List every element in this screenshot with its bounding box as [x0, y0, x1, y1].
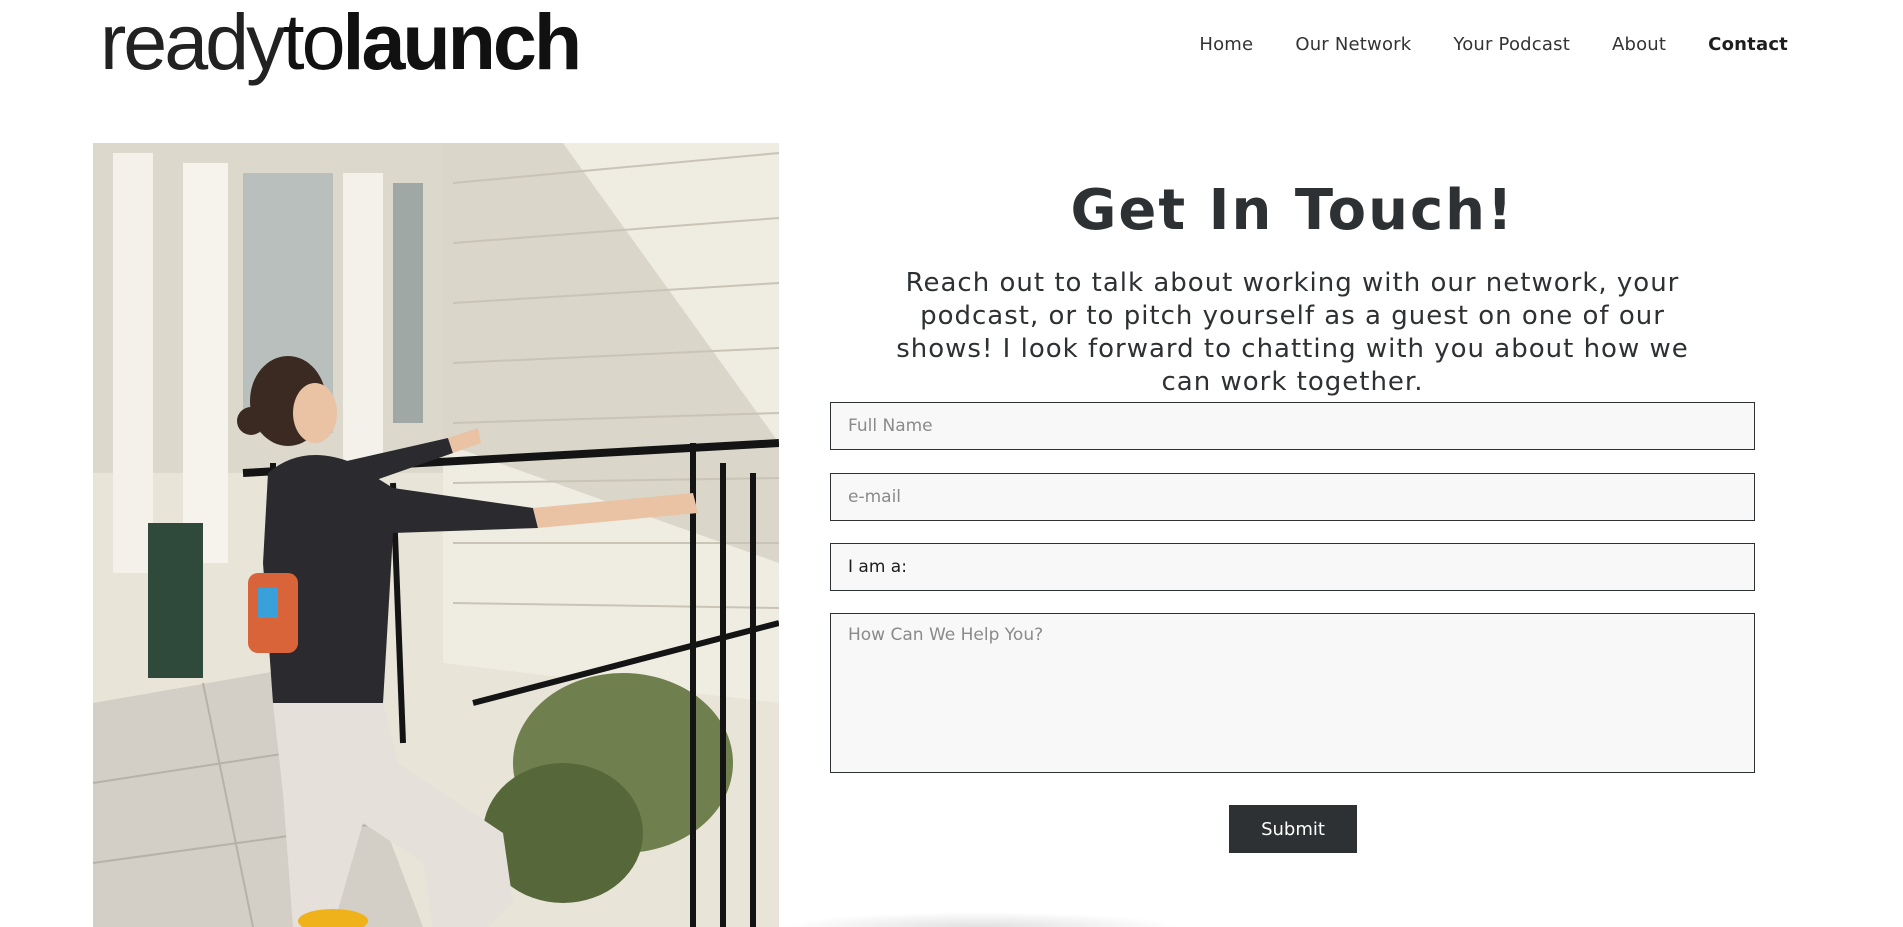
email-input[interactable]: [830, 473, 1755, 521]
nav-item-your-podcast[interactable]: Your Podcast: [1453, 34, 1570, 55]
site-logo[interactable]: readytolaunch: [100, 2, 582, 82]
contact-section: Get In Touch! Reach out to talk about wo…: [830, 143, 1755, 853]
submit-button[interactable]: Submit: [1229, 805, 1357, 853]
nav-item-contact[interactable]: Contact: [1708, 34, 1788, 55]
logo-text-ready: ready: [100, 0, 286, 86]
nav-item-our-network[interactable]: Our Network: [1295, 34, 1411, 55]
message-textarea[interactable]: [830, 613, 1755, 773]
full-name-input[interactable]: [830, 402, 1755, 450]
nav-item-about[interactable]: About: [1612, 34, 1666, 55]
role-select[interactable]: I am a:: [830, 543, 1755, 591]
hero-photo: [93, 143, 779, 927]
bottom-shadow: [780, 912, 1180, 927]
page-title: Get In Touch!: [1070, 178, 1515, 243]
logo-text-to: to: [282, 0, 346, 86]
nav-item-home[interactable]: Home: [1199, 34, 1253, 55]
main-nav: Home Our Network Your Podcast About Cont…: [1157, 34, 1788, 55]
site-header: readytolaunch Home Our Network Your Podc…: [0, 0, 1903, 90]
intro-text: Reach out to talk about working with our…: [896, 268, 1689, 397]
logo-text-launch: launch: [342, 0, 583, 86]
role-select-value: I am a:: [848, 557, 907, 577]
woman-on-railing-photo: [93, 143, 779, 927]
